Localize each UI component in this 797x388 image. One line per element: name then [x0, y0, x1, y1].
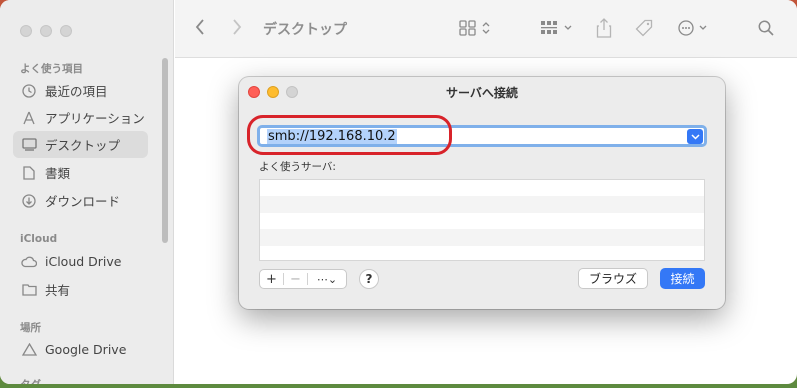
sidebar-scrollbar[interactable] — [162, 58, 168, 243]
forward-icon[interactable] — [232, 19, 242, 35]
sidebar-item-applications[interactable]: アプリケーション — [13, 104, 148, 131]
window-controls — [20, 25, 72, 37]
browse-button[interactable]: ブラウズ — [578, 268, 648, 289]
favorite-servers-label: よく使うサーバ: — [259, 161, 336, 173]
help-button[interactable]: ? — [359, 269, 379, 289]
list-item[interactable] — [260, 229, 704, 246]
favorites-control-group: + − ⋯⌄ — [259, 269, 347, 289]
group-by-icon[interactable] — [540, 20, 574, 36]
toolbar: デスクトップ — [175, 0, 797, 58]
tag-icon[interactable] — [635, 19, 653, 37]
cloud-icon — [21, 254, 37, 270]
clock-icon — [21, 83, 37, 99]
shared-folder-icon — [21, 282, 37, 298]
apps-icon — [21, 110, 37, 126]
minimize-button[interactable] — [40, 25, 52, 37]
sidebar-item-shared[interactable]: 共有 — [13, 276, 148, 303]
sidebar-item-label: 書類 — [45, 166, 71, 181]
add-server-button[interactable]: + — [260, 270, 283, 288]
sidebar-section-favorites: よく使う項目 — [20, 63, 83, 75]
favorite-servers-list[interactable] — [259, 179, 705, 261]
sidebar-item-label: デスクトップ — [45, 138, 121, 153]
sidebar-item-label: iCloud Drive — [45, 254, 122, 269]
sidebar-item-recents[interactable]: 最近の項目 — [13, 77, 148, 104]
sidebar: よく使う項目 最近の項目 アプリケーション デスクトップ 書類 ダウンロード i… — [0, 0, 174, 384]
sidebar-item-label: 共有 — [45, 283, 71, 298]
close-button[interactable] — [20, 25, 32, 37]
sidebar-item-desktop[interactable]: デスクトップ — [13, 131, 148, 158]
remove-server-button[interactable]: − — [284, 270, 307, 288]
more-options-button[interactable]: ⋯⌄ — [308, 270, 346, 288]
sidebar-section-locations: 場所 — [20, 322, 41, 334]
sidebar-item-documents[interactable]: 書類 — [13, 159, 148, 186]
connect-to-server-dialog: サーバへ接続 smb://192.168.10.2 よく使うサーバ: + − ⋯… — [239, 77, 725, 309]
search-icon[interactable] — [758, 20, 774, 36]
chevron-down-icon[interactable] — [687, 129, 703, 144]
annotation-highlight-ring — [247, 115, 452, 155]
sidebar-item-downloads[interactable]: ダウンロード — [13, 187, 148, 214]
desktop-icon — [21, 137, 37, 153]
sidebar-item-label: ダウンロード — [45, 194, 121, 209]
sidebar-item-label: Google Drive — [45, 342, 127, 357]
list-item[interactable] — [260, 196, 704, 213]
list-item[interactable] — [260, 246, 704, 262]
connect-button[interactable]: 接続 — [660, 268, 705, 289]
list-item[interactable] — [260, 180, 704, 196]
zoom-button[interactable] — [60, 25, 72, 37]
back-icon[interactable] — [195, 19, 205, 35]
list-item[interactable] — [260, 213, 704, 229]
sidebar-section-tags: タグ — [20, 377, 41, 384]
sidebar-item-label: アプリケーション — [45, 111, 145, 126]
sidebar-item-google-drive[interactable]: Google Drive — [13, 336, 148, 363]
sidebar-item-icloud-drive[interactable]: iCloud Drive — [13, 248, 148, 275]
more-actions-icon[interactable] — [678, 20, 712, 36]
sidebar-section-icloud: iCloud — [20, 233, 58, 245]
document-icon — [21, 165, 37, 181]
dialog-title: サーバへ接続 — [446, 86, 518, 100]
download-icon — [21, 193, 37, 209]
drive-icon — [21, 342, 37, 358]
window-title: デスクトップ — [263, 22, 347, 38]
icon-view-icon[interactable] — [459, 20, 491, 36]
sidebar-item-label: 最近の項目 — [45, 84, 108, 99]
share-icon[interactable] — [596, 18, 612, 38]
